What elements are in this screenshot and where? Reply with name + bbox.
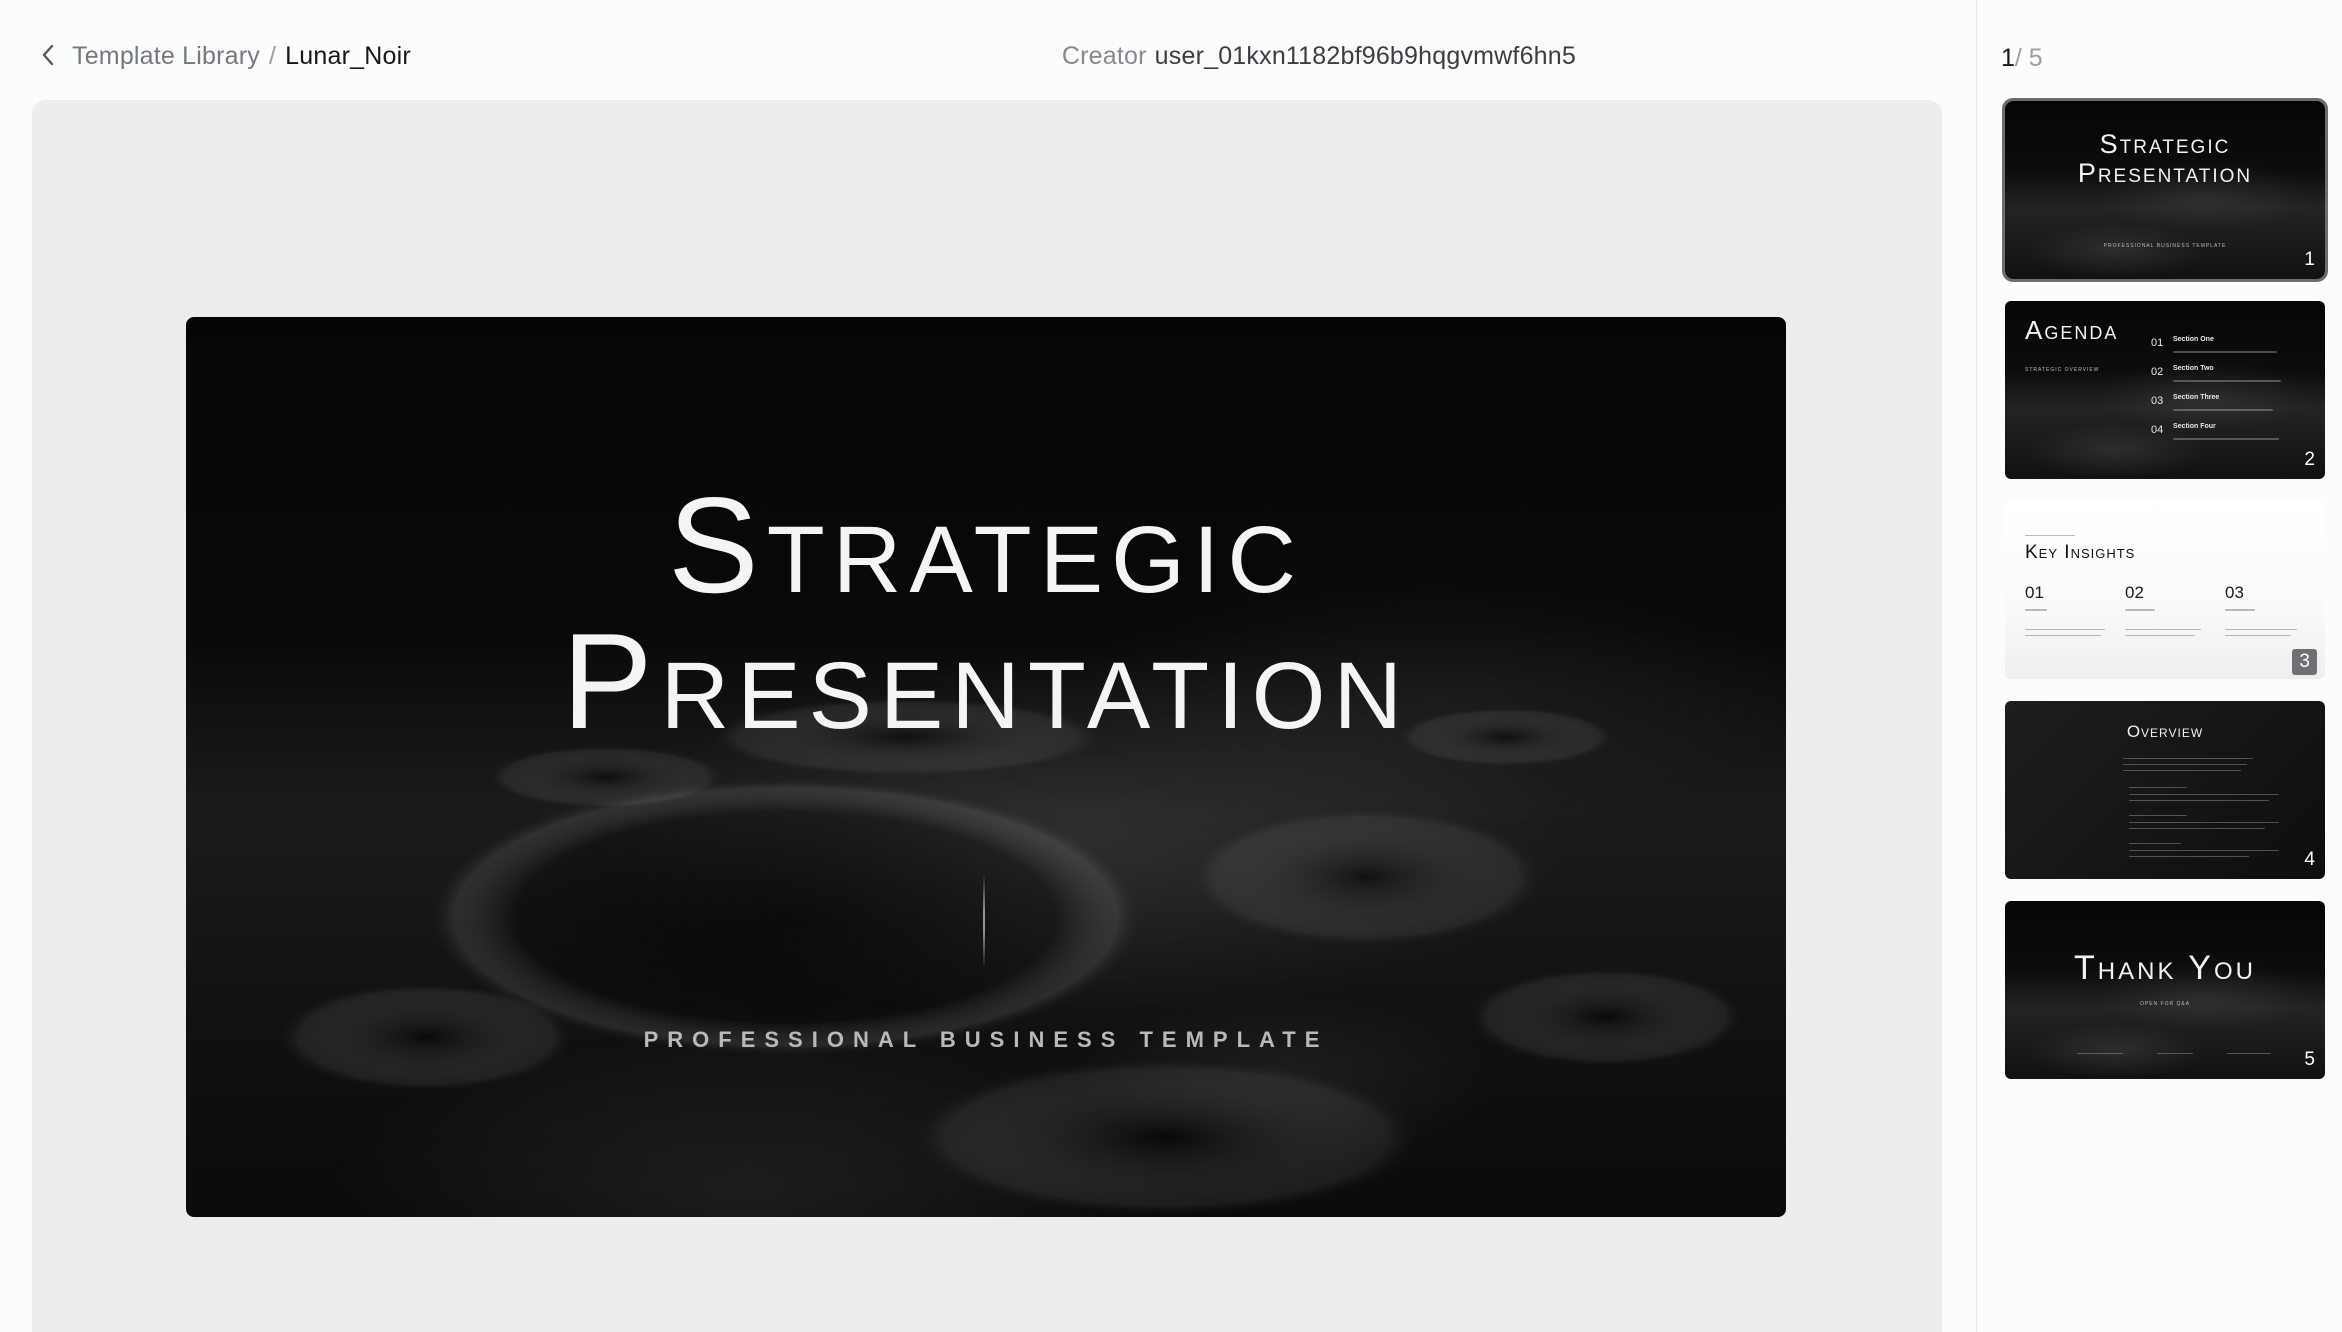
thumb-3-item-3-text — [2225, 629, 2297, 630]
creator-info: Creator user_01kxn1182bf96b9hqgvmwf6hn5 — [1062, 36, 1576, 76]
thumb-2-item-2-text — [2173, 380, 2281, 382]
slide-thumbnail-4[interactable]: Overview 4 — [2005, 701, 2325, 879]
thumb-3-item-1-number: 01 — [2025, 583, 2044, 602]
thumb-5-contact-email — [2077, 1053, 2123, 1054]
thumb-3-number: 3 — [2292, 649, 2317, 675]
thumb-2-item-2-number: 02 — [2151, 366, 2164, 378]
thumb-3-item-1-label — [2025, 609, 2047, 611]
thumb-4-point-1-text — [2129, 794, 2279, 795]
page-counter-total: / 5 — [2014, 44, 2043, 72]
page-counter: 1/ 5 — [2001, 44, 2043, 73]
thumb-1-subtitle: PROFESSIONAL BUSINESS TEMPLATE — [2103, 243, 2227, 249]
thumb-2-item-1-text — [2173, 351, 2277, 353]
slide-thumbnail-2[interactable]: Agenda STRATEGIC OVERVIEW 01 Section One… — [2005, 301, 2325, 479]
thumb-5-contact-web — [2227, 1053, 2271, 1054]
thumb-4-point-3-text-2 — [2129, 856, 2249, 857]
thumb-2-number: 2 — [2304, 449, 2315, 470]
thumb-4-intro-line-3 — [2123, 770, 2241, 771]
thumb-3-title: Key Insights — [2025, 542, 2136, 563]
thumb-2-item-1-label: Section One — [2173, 336, 2214, 343]
thumb-1-title-line-1: Strategic — [2099, 129, 2231, 159]
slide-title-line-1: Strategic — [668, 469, 1304, 621]
thumb-4-intro-line-2 — [2123, 764, 2247, 765]
thumb-2-subtitle: STRATEGIC OVERVIEW — [2025, 367, 2100, 373]
page-counter-current: 1 — [2001, 44, 2015, 72]
creator-id: user_01kxn1182bf96b9hqgvmwf6hn5 — [1154, 41, 1576, 70]
thumb-2-item-4-text — [2173, 438, 2279, 440]
thumb-5-number: 5 — [2304, 1049, 2315, 1070]
slide-divider-line — [983, 873, 985, 969]
thumb-3-item-3-label — [2225, 609, 2255, 611]
thumb-3-item-1-text — [2025, 629, 2105, 630]
thumb-1-number: 1 — [2304, 249, 2315, 270]
thumb-3-item-3-number: 03 — [2225, 583, 2244, 602]
thumb-3-item-1-text-2 — [2025, 635, 2101, 636]
thumb-4-point-3-title — [2129, 843, 2181, 844]
thumb-5-subtitle: OPEN FOR Q&A — [2139, 1001, 2191, 1007]
back-button[interactable] — [36, 40, 60, 70]
thumb-2-item-3-number: 03 — [2151, 395, 2164, 407]
thumb-1-title-line-2: Presentation — [2077, 158, 2253, 188]
thumb-4-point-2-title — [2129, 815, 2187, 816]
slide-thumbnail-3[interactable]: Key Insights 01 02 03 3 — [2005, 501, 2325, 679]
header-bar: Template Library / Lunar_Noir Creator us… — [0, 0, 1976, 100]
breadcrumb-current-template: Lunar_Noir — [285, 41, 411, 70]
thumb-4-intro-line-1 — [2123, 758, 2253, 759]
slide-preview-stage: Strategic Presentation PROFESSIONAL BUSI… — [32, 100, 1942, 1332]
slides-panel: 1/ 5 Strategic Presentation PROFESSIONAL… — [1976, 0, 2342, 1332]
slide-thumbnail-5[interactable]: Thank You OPEN FOR Q&A 5 — [2005, 901, 2325, 1079]
thumb-2-item-1-number: 01 — [2151, 337, 2164, 349]
thumb-4-number: 4 — [2304, 849, 2315, 870]
thumb-4-point-2-text — [2129, 822, 2279, 823]
thumb-4-point-1-text-2 — [2129, 800, 2269, 801]
thumb-2-item-3-label: Section Three — [2173, 394, 2220, 401]
breadcrumb-separator: / — [269, 41, 277, 70]
slide-subtitle: PROFESSIONAL BUSINESS TEMPLATE — [643, 1027, 1329, 1052]
chevron-left-icon — [42, 44, 54, 66]
thumb-2-item-3-text — [2173, 409, 2273, 411]
creator-label: Creator — [1061, 41, 1147, 70]
thumb-2-title: Agenda — [2025, 315, 2119, 345]
moon-surface-texture — [276, 697, 1746, 1217]
thumb-3-eyebrow — [2025, 535, 2075, 536]
thumb-3-item-2-label — [2125, 609, 2155, 611]
thumb-4-point-1-title — [2129, 787, 2187, 788]
thumb-3-item-2-text-2 — [2125, 635, 2195, 636]
thumb-3-item-2-number: 02 — [2125, 583, 2144, 602]
slide-title-line-2: Presentation — [561, 605, 1411, 757]
slide-thumbnail-1[interactable]: Strategic Presentation PROFESSIONAL BUSI… — [2002, 98, 2328, 282]
slide-preview: Strategic Presentation PROFESSIONAL BUSI… — [186, 317, 1786, 1217]
thumb-4-title: Overview — [2126, 722, 2204, 741]
thumb-5-title: Thank You — [2074, 949, 2256, 987]
thumb-2-item-2-label: Section Two — [2173, 365, 2214, 372]
thumb-4-point-3-text — [2129, 850, 2279, 851]
thumb-2-item-4-number: 04 — [2151, 424, 2164, 436]
thumb-3-item-2-text — [2125, 629, 2201, 630]
thumb-5-contact-phone — [2157, 1053, 2193, 1054]
thumb-3-item-3-text-2 — [2225, 635, 2291, 636]
thumb-4-point-2-text-2 — [2129, 828, 2265, 829]
breadcrumb-template-library-link[interactable]: Template Library — [72, 42, 260, 71]
thumb-2-item-4-label: Section Four — [2173, 423, 2216, 430]
breadcrumb: Template Library / Lunar_Noir — [72, 36, 411, 76]
